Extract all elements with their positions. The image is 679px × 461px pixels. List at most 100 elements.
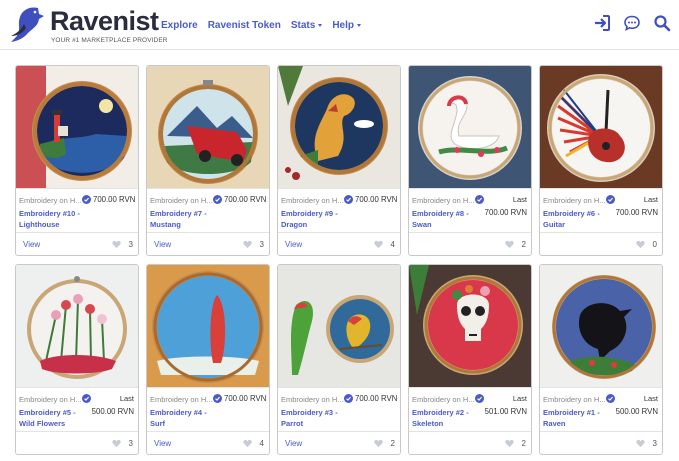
- chat-icon[interactable]: [623, 14, 641, 32]
- heart-icon[interactable]: [636, 240, 645, 249]
- like-count: 3: [259, 240, 264, 249]
- like-count: 3: [652, 439, 657, 448]
- nft-image-wild-flowers[interactable]: [16, 265, 138, 387]
- nft-price: 700.00 RVN: [224, 394, 267, 403]
- collection-name[interactable]: Embroidery on H...: [281, 196, 343, 205]
- brand-name: Ravenist: [50, 6, 159, 36]
- nft-image-surf[interactable]: [147, 265, 269, 387]
- nft-price: 700.00 RVN: [93, 195, 136, 204]
- nft-price: 501.00 RVN: [484, 407, 527, 416]
- nft-card[interactable]: Embroidery on H... Last 700.00 RVN Embro…: [408, 65, 532, 256]
- nft-title-line1: Embroidery #10 -: [19, 209, 80, 218]
- heart-icon[interactable]: [505, 439, 514, 448]
- nft-card-actions: 3: [16, 431, 138, 454]
- nft-card-actions: View 3: [16, 232, 138, 255]
- view-button[interactable]: View: [154, 240, 171, 249]
- nft-image-raven[interactable]: [540, 265, 662, 387]
- brand-home-link[interactable]: Ravenist YOUR #1 MARKETPLACE PROVIDER: [8, 4, 167, 46]
- nft-card-info: Embroidery on H... Last 700.00 RVN Embro…: [409, 188, 531, 232]
- like-count: 0: [652, 240, 657, 249]
- nft-title-line2: Mustang: [150, 220, 181, 229]
- view-button[interactable]: View: [154, 439, 171, 448]
- search-icon[interactable]: [653, 14, 671, 32]
- nft-price: 700.00 RVN: [224, 195, 267, 204]
- nft-card[interactable]: Embroidery on H... Last 500.00 RVN Embro…: [15, 264, 139, 455]
- nft-card[interactable]: Embroidery on H... Last 500.00 RVN Embro…: [539, 264, 663, 455]
- collection-name[interactable]: Embroidery on H...: [543, 196, 605, 205]
- nav-help-label: Help: [332, 19, 354, 31]
- nft-title-line1: Embroidery #7 -: [150, 209, 207, 218]
- nft-card-info: Embroidery on H... Last 501.00 RVN Embro…: [409, 387, 531, 431]
- nft-title-line2: Raven: [543, 419, 566, 428]
- nft-image-dragon[interactable]: [278, 66, 400, 188]
- heart-icon[interactable]: [374, 439, 383, 448]
- nft-title-line2: Wild Flowers: [19, 419, 66, 428]
- like-count: 2: [521, 240, 526, 249]
- collection-name[interactable]: Embroidery on H...: [150, 395, 212, 404]
- nft-card-actions: 2: [409, 232, 531, 255]
- nft-image-guitar[interactable]: [540, 66, 662, 188]
- nft-title-link[interactable]: Embroidery #6 - Guitar: [543, 208, 613, 230]
- nav-token-link[interactable]: Ravenist Token: [208, 17, 281, 33]
- nft-title-link[interactable]: Embroidery #9 - Dragon: [281, 208, 351, 230]
- nft-title-link[interactable]: Embroidery #1 - Raven: [543, 407, 613, 429]
- nft-title-line2: Skeleton: [412, 419, 444, 428]
- nft-title-link[interactable]: Embroidery #10 - Lighthouse: [19, 208, 89, 230]
- view-button[interactable]: View: [285, 439, 302, 448]
- like-count: 4: [259, 439, 264, 448]
- heart-icon[interactable]: [374, 240, 383, 249]
- nft-image-mustang[interactable]: [147, 66, 269, 188]
- heart-icon[interactable]: [505, 240, 514, 249]
- nft-card-actions: 0: [540, 232, 662, 255]
- nft-card[interactable]: Embroidery on H... 700.00 RVN Embroidery…: [15, 65, 139, 256]
- heart-icon[interactable]: [112, 439, 121, 448]
- nft-title-line2: Guitar: [543, 220, 566, 229]
- nft-card-info: Embroidery on H... 700.00 RVN Embroidery…: [278, 387, 400, 431]
- login-icon[interactable]: [593, 14, 611, 32]
- heart-icon[interactable]: [243, 240, 252, 249]
- nft-title-link[interactable]: Embroidery #5 - Wild Flowers: [19, 407, 89, 429]
- heart-icon[interactable]: [636, 439, 645, 448]
- nav-stats-dropdown[interactable]: Stats: [291, 17, 323, 33]
- collection-name[interactable]: Embroidery on H...: [412, 196, 474, 205]
- nft-card-info: Embroidery on H... Last 700.00 RVN Embro…: [540, 188, 662, 232]
- price-label: Last: [643, 195, 658, 204]
- collection-name[interactable]: Embroidery on H...: [412, 395, 474, 404]
- nft-title-link[interactable]: Embroidery #7 - Mustang: [150, 208, 220, 230]
- nft-image-lighthouse[interactable]: [16, 66, 138, 188]
- collection-name[interactable]: Embroidery on H...: [19, 196, 81, 205]
- nft-card[interactable]: Embroidery on H... 700.00 RVN Embroidery…: [277, 65, 401, 256]
- nft-card[interactable]: Embroidery on H... 700.00 RVN Embroidery…: [146, 264, 270, 455]
- nft-price: 700.00 RVN: [355, 195, 398, 204]
- nav-help-dropdown[interactable]: Help: [332, 17, 361, 33]
- nft-price: 700.00 RVN: [615, 208, 658, 217]
- verified-badge-icon: [213, 195, 222, 204]
- view-button[interactable]: View: [285, 240, 302, 249]
- collection-name[interactable]: Embroidery on H...: [281, 395, 343, 404]
- heart-icon[interactable]: [112, 240, 121, 249]
- nft-title-link[interactable]: Embroidery #2 - Skeleton: [412, 407, 482, 429]
- nft-card[interactable]: Embroidery on H... Last 501.00 RVN Embro…: [408, 264, 532, 455]
- nft-card[interactable]: Embroidery on H... 700.00 RVN Embroidery…: [146, 65, 270, 256]
- nft-title-line2: Swan: [412, 220, 432, 229]
- collection-name[interactable]: Embroidery on H...: [19, 395, 81, 404]
- chevron-down-icon: [318, 23, 323, 27]
- nft-title-link[interactable]: Embroidery #3 - Parrot: [281, 407, 351, 429]
- nft-card-info: Embroidery on H... Last 500.00 RVN Embro…: [16, 387, 138, 431]
- nav-explore-link[interactable]: Explore: [161, 17, 198, 33]
- nft-image-skeleton[interactable]: [409, 265, 531, 387]
- collection-name[interactable]: Embroidery on H...: [543, 395, 605, 404]
- nft-image-parrot[interactable]: [278, 265, 400, 387]
- nft-card-info: Embroidery on H... 700.00 RVN Embroidery…: [278, 188, 400, 232]
- nft-title-link[interactable]: Embroidery #8 - Swan: [412, 208, 482, 230]
- nft-title-line1: Embroidery #6 -: [543, 209, 600, 218]
- nft-title-line1: Embroidery #5 -: [19, 408, 76, 417]
- collection-name[interactable]: Embroidery on H...: [150, 196, 212, 205]
- nft-card-actions: 3: [540, 431, 662, 454]
- nft-image-swan[interactable]: [409, 66, 531, 188]
- nft-card[interactable]: Embroidery on H... Last 700.00 RVN Embro…: [539, 65, 663, 256]
- heart-icon[interactable]: [243, 439, 252, 448]
- nft-title-link[interactable]: Embroidery #4 - Surf: [150, 407, 220, 429]
- nft-card[interactable]: Embroidery on H... 700.00 RVN Embroidery…: [277, 264, 401, 455]
- view-button[interactable]: View: [23, 240, 40, 249]
